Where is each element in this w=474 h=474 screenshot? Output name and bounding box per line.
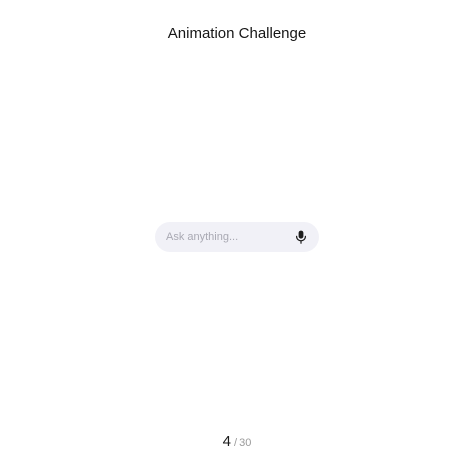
- current-page: 4: [222, 433, 232, 450]
- total-pages: 30: [239, 437, 252, 449]
- page-title: Animation Challenge: [167, 25, 307, 42]
- pagination: 4/30: [0, 433, 474, 452]
- ask-input-container[interactable]: [155, 222, 319, 252]
- microphone-icon[interactable]: [293, 229, 309, 245]
- ask-input[interactable]: [166, 231, 289, 243]
- page-separator: /: [234, 437, 238, 449]
